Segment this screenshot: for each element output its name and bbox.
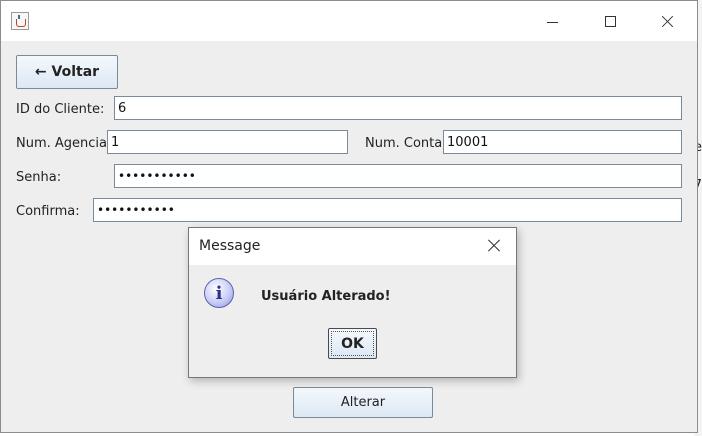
maximize-icon[interactable] xyxy=(599,10,623,34)
title-bar xyxy=(1,1,697,41)
confirm-password-label: Confirma: xyxy=(16,204,80,219)
back-button[interactable]: ← Voltar xyxy=(16,55,118,89)
info-icon: i xyxy=(204,278,234,308)
client-id-field[interactable]: 6 xyxy=(114,96,682,120)
agency-label: Num. Agencia: xyxy=(16,136,112,151)
dialog-title: Message xyxy=(199,238,261,254)
dialog-title-bar: Message xyxy=(189,228,516,265)
update-button[interactable]: Alterar xyxy=(293,387,433,418)
account-field[interactable]: 10001 xyxy=(443,130,682,154)
confirm-password-field[interactable]: ••••••••••• xyxy=(93,198,682,222)
dialog-message: Usuário Alterado! xyxy=(261,289,391,304)
java-cup-icon[interactable] xyxy=(11,12,29,30)
account-label: Num. Conta: xyxy=(365,136,447,151)
close-icon[interactable] xyxy=(485,236,503,254)
password-field[interactable]: ••••••••••• xyxy=(114,164,682,188)
message-dialog: Message i Usuário Alterado! OK xyxy=(188,227,517,378)
close-icon[interactable] xyxy=(656,10,680,34)
ok-button[interactable]: OK xyxy=(328,328,377,359)
minimize-icon[interactable] xyxy=(541,10,565,34)
agency-field[interactable]: 1 xyxy=(107,130,348,154)
client-id-label: ID do Cliente: xyxy=(16,102,105,117)
password-label: Senha: xyxy=(16,170,62,185)
